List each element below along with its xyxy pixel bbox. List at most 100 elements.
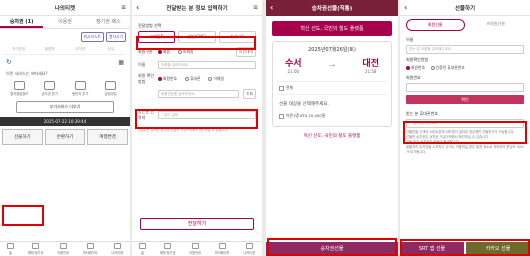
radio-member-no[interactable]: 회원번호 (158, 76, 177, 82)
info-icon (191, 243, 199, 249)
my-ticket-screen: 나의티켓 ≡ 승차권 (1) 이용권 정기권·패스 위시리스트 열차시각 좌석번… (0, 0, 130, 256)
arrival: 대전 21:58 (362, 56, 379, 75)
highlight-box (2, 205, 44, 226)
bottom-nav: 홈 예매·정기권 이용안내 마이페이지 나의티켓 (0, 241, 130, 256)
notice-item: 환불처리 승차권을 소지하고 있거나 이용하실 경우 발권 취소로 처리되어 운… (406, 145, 524, 154)
radio-member-no[interactable]: 회원번호 (406, 65, 425, 71)
field-label: 회원확인방법 (406, 57, 429, 62)
more-services-button[interactable]: 부가서비스 더보기 (16, 101, 114, 113)
radio-dot (158, 77, 162, 81)
confirm-button[interactable]: 확인 (406, 95, 524, 104)
service-item[interactable]: 승차권 받기 (36, 81, 64, 96)
member-no-input[interactable] (406, 83, 524, 92)
service-item[interactable]: 열차출발정보 (5, 81, 33, 96)
nav-label: 예매·정기권 (159, 251, 176, 255)
ticket-icon (44, 81, 56, 90)
home-icon (6, 243, 14, 249)
radio-label: 회원번호 (163, 76, 177, 81)
divider (277, 81, 387, 82)
member-no-input[interactable]: 회원번호를 입력하세요. (158, 90, 239, 98)
nav-guide[interactable]: 이용안내 (189, 243, 201, 255)
nav-guide[interactable]: 이용안내 (57, 243, 69, 255)
share-icon (105, 81, 117, 90)
service-label: 열차출발정보 (10, 92, 29, 96)
nav-label: 나의티켓 (243, 251, 256, 255)
nav-home[interactable]: 홈 (138, 243, 146, 255)
search-button[interactable]: 조회 (243, 89, 256, 99)
nav-label: 이용안내 (189, 251, 201, 255)
select-all-checkbox[interactable]: 전체 (279, 85, 385, 91)
field-label: 이름 (406, 37, 414, 42)
method-options: 회원번호 인증된 휴대폰번호 (406, 65, 524, 72)
service-item[interactable]: 동반자 추가 (66, 81, 94, 96)
radio-verified-phone[interactable]: 인증된 휴대폰번호 (430, 65, 465, 71)
radio-phone[interactable]: 휴대폰 (184, 76, 200, 82)
member-no-row: 회원번호를 입력하세요. 조회 (138, 89, 256, 99)
nav-ticket[interactable]: 나의티켓 (111, 243, 123, 255)
refund-button[interactable]: 반환하기 (44, 129, 86, 145)
info-icon (59, 243, 67, 249)
tab-tickets[interactable]: 승차권 (1) (0, 16, 44, 28)
radio-email[interactable]: 이메일 (208, 76, 224, 82)
departure-time: 21:00 (287, 69, 300, 74)
timestamp-bar: 2025-07-22 10:39:44 (0, 117, 130, 126)
wishlist-chip[interactable]: 위시리스트 (80, 32, 105, 42)
back-icon[interactable]: ‹ (270, 3, 273, 12)
service-item[interactable]: 일정공유 (97, 81, 125, 96)
name-input[interactable]: 받는 분 이름을 입력해주세요 (406, 45, 524, 54)
timetable-chip[interactable]: 열차시각 (106, 32, 126, 42)
user-icon (218, 243, 226, 249)
nav-booking[interactable]: 예매·정기권 (159, 243, 176, 255)
divider (277, 94, 387, 95)
field-label: 회원 확인방법 (138, 73, 154, 84)
radio-label: 인증된 휴대폰번호 (435, 65, 465, 70)
highlight-box (136, 36, 256, 50)
arrival-time: 21:58 (364, 69, 377, 74)
qr-icon[interactable]: ▦ (118, 59, 124, 66)
grid-label: 출발역 (44, 47, 55, 51)
travel-date: 2025년07월26일(토) (308, 47, 356, 53)
nav-mypage[interactable]: 마이페이지 (83, 243, 97, 255)
radio-dot (208, 77, 213, 81)
nav-mypage[interactable]: 마이페이지 (215, 243, 229, 255)
radio-dot (178, 50, 182, 54)
tab-pass[interactable]: 정기권·패스 (87, 16, 130, 28)
name-input[interactable]: 이름을 입력하세요. (158, 61, 256, 69)
field-label: 이름 (138, 62, 146, 67)
change-button[interactable]: 여행변경 (87, 129, 129, 145)
back-icon[interactable]: ‹ (404, 3, 407, 12)
train-icon (13, 81, 25, 90)
arrow-right-icon: → (328, 61, 336, 70)
service-label: 일정공유 (104, 92, 117, 96)
gift-button[interactable]: 선물하기 (2, 129, 43, 145)
send-button[interactable]: 전달하기 (140, 218, 254, 230)
ticket-item-checkbox[interactable]: 어른1명 KTX 20,000원 (279, 113, 385, 119)
nav-label: 홈 (8, 251, 12, 255)
header: ‹ 전달받는 분 정보 입력하기 ≡ (132, 0, 262, 16)
menu-icon[interactable]: ≡ (121, 4, 126, 11)
radio-dot (430, 66, 435, 70)
menu-icon[interactable]: ≡ (253, 4, 258, 11)
nav-home[interactable]: 홈 (6, 243, 14, 255)
back-icon[interactable]: ‹ (136, 3, 139, 12)
checkbox-box (279, 113, 284, 119)
nav-label: 예매·정기권 (27, 251, 44, 255)
highlight-box (135, 109, 258, 129)
tab-nonmember-gift[interactable]: 비회원선물 (468, 19, 525, 31)
bottom-nav: 홈 예매·정기권 이용안내 마이페이지 나의티켓 (132, 241, 262, 256)
footer-slogan: 혁신 선도, 국민의 철도 플랫폼 (303, 134, 361, 139)
nav-ticket[interactable]: 나의티켓 (243, 243, 255, 255)
tab-vouchers[interactable]: 이용권 (43, 16, 86, 28)
grid-label: 운임 (107, 47, 115, 51)
tab-member-gift[interactable]: 회원선물 (406, 19, 465, 31)
ticket-info-grid: 좌석번호 출발역 도착역 운임 (0, 45, 130, 54)
page-title: 나의티켓 (54, 5, 76, 12)
ticket-tabs: 승차권 (1) 이용권 정기권·패스 (0, 16, 130, 29)
calendar-icon (164, 243, 172, 249)
radio-label: 회원번호 (411, 65, 425, 70)
checkbox-label: 어른1명 KTX 20,000원 (286, 113, 326, 118)
nav-booking[interactable]: 예매·정기권 (27, 243, 44, 255)
refresh-icon[interactable]: ↻ (6, 58, 12, 66)
verify-row: 회원 확인방법 회원번호 휴대폰 이메일 (138, 73, 256, 85)
action-buttons: 선물하기 반환하기 여행변경 (0, 126, 130, 148)
